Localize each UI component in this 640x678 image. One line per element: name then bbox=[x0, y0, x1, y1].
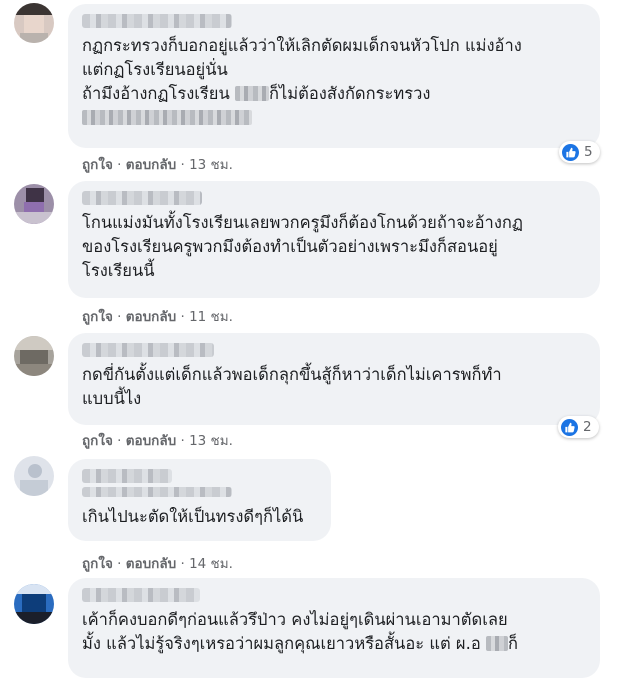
like-link[interactable]: ถูกใจ bbox=[82, 433, 113, 449]
censored-text bbox=[486, 636, 509, 651]
reply-link[interactable]: ตอบกลับ bbox=[126, 433, 176, 449]
avatar[interactable] bbox=[14, 184, 54, 224]
avatar[interactable] bbox=[14, 456, 54, 496]
author-name-blurred[interactable] bbox=[82, 588, 200, 602]
comment-actions: ถูกใจ · ตอบกลับ · 14 ชม. bbox=[82, 556, 233, 572]
author-name-blurred[interactable] bbox=[82, 191, 202, 205]
avatar[interactable] bbox=[14, 3, 54, 43]
comment-text: กฏกระทรวงก็บอกอยู่แล้วว่าให้เลิกตัดผมเด็… bbox=[82, 34, 586, 130]
comment-actions: ถูกใจ · ตอบกลับ · 11 ชม. bbox=[82, 309, 233, 325]
comment-bubble: กดขี่กันตั้งแต่เด็กแล้วพอเด็กลุกขึ้นสู้ก… bbox=[68, 333, 600, 425]
comment-actions: ถูกใจ · ตอบกลับ · 13 ชม. bbox=[82, 157, 233, 173]
avatar[interactable] bbox=[14, 336, 54, 376]
reply-link[interactable]: ตอบกลับ bbox=[126, 157, 176, 173]
timestamp[interactable]: 11 ชม. bbox=[189, 309, 233, 325]
reaction-count: 5 bbox=[584, 144, 593, 160]
like-link[interactable]: ถูกใจ bbox=[82, 556, 113, 572]
censored-text bbox=[82, 110, 252, 125]
comment-bubble: เค้าก็คงบอกดีๆก่อนแล้วรึป่าว คงไม่อยู่ๆเ… bbox=[68, 578, 600, 678]
avatar[interactable] bbox=[14, 584, 54, 624]
comment-text: เกินไปนะตัดให้เป็นทรงดีๆก็ได้นิ bbox=[82, 507, 304, 526]
author-name-blurred[interactable] bbox=[82, 343, 214, 357]
comment-bubble: กฏกระทรวงก็บอกอยู่แล้วว่าให้เลิกตัดผมเด็… bbox=[68, 4, 600, 148]
like-icon bbox=[562, 143, 579, 161]
timestamp[interactable]: 14 ชม. bbox=[189, 556, 233, 572]
like-icon bbox=[561, 418, 578, 436]
timestamp[interactable]: 13 ชม. bbox=[189, 157, 233, 173]
timestamp[interactable]: 13 ชม. bbox=[189, 433, 233, 449]
like-link[interactable]: ถูกใจ bbox=[82, 309, 113, 325]
comment-text: เค้าก็คงบอกดีๆก่อนแล้วรึป่าว คงไม่อยู่ๆเ… bbox=[82, 610, 519, 653]
author-name-blurred[interactable] bbox=[82, 469, 172, 483]
reaction-count: 2 bbox=[583, 419, 592, 435]
comment-text: โกนแม่งมันทั้งโรงเรียนเลยพวกครูมึงก็ต้อง… bbox=[82, 213, 523, 280]
like-link[interactable]: ถูกใจ bbox=[82, 157, 113, 173]
reaction-count-badge[interactable]: 2 bbox=[558, 416, 599, 438]
reply-link[interactable]: ตอบกลับ bbox=[126, 309, 176, 325]
comment-bubble: เกินไปนะตัดให้เป็นทรงดีๆก็ได้นิ bbox=[68, 459, 331, 541]
reply-link[interactable]: ตอบกลับ bbox=[126, 556, 176, 572]
comment-bubble: โกนแม่งมันทั้งโรงเรียนเลยพวกครูมึงก็ต้อง… bbox=[68, 181, 600, 298]
reaction-count-badge[interactable]: 5 bbox=[559, 141, 600, 163]
comment-actions: ถูกใจ · ตอบกลับ · 13 ชม. bbox=[82, 433, 233, 449]
author-subtitle-blurred bbox=[82, 487, 232, 497]
censored-text bbox=[234, 86, 269, 101]
author-name-blurred[interactable] bbox=[82, 14, 232, 28]
comment-text: กดขี่กันตั้งแต่เด็กแล้วพอเด็กลุกขึ้นสู้ก… bbox=[82, 365, 502, 408]
